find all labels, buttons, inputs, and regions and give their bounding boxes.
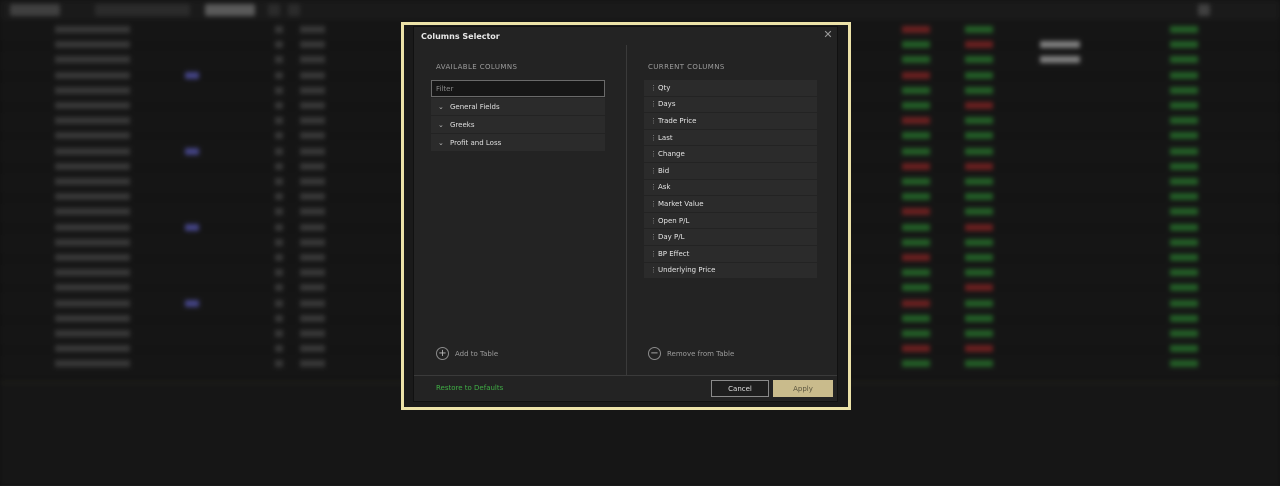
drag-handle-icon[interactable]: ⋮ — [650, 100, 657, 108]
remove-from-table-button[interactable]: − Remove from Table — [648, 347, 734, 360]
plus-circle-icon: + — [436, 347, 449, 360]
drag-handle-icon[interactable]: ⋮ — [650, 150, 657, 158]
dialog-title: Columns Selector — [421, 32, 500, 41]
chevron-down-icon: ⌄ — [438, 102, 444, 111]
chevron-down-icon: ⌄ — [438, 120, 444, 129]
drag-handle-icon[interactable]: ⋮ — [650, 134, 657, 142]
dialog-header: Columns Selector ✕ — [414, 27, 837, 47]
group-item[interactable]: ⌄ Profit and Loss — [431, 134, 605, 152]
current-column-item[interactable]: ⋮ Change — [644, 146, 817, 163]
group-item-label: Greeks — [450, 120, 475, 129]
current-column-item[interactable]: ⋮ Qty — [644, 80, 817, 97]
drag-handle-icon[interactable]: ⋮ — [650, 250, 657, 258]
current-column-item[interactable]: ⋮ Open P/L — [644, 212, 817, 230]
chevron-down-icon: ⌄ — [438, 138, 444, 147]
remove-from-table-label: Remove from Table — [667, 349, 735, 358]
columns-selector-dialog: Columns Selector ✕ AVAILABLE COLUMNS ⌄ Ge… — [414, 27, 837, 401]
current-column-label: Open P/L — [658, 216, 690, 225]
current-column-label: Underlying Price — [658, 266, 716, 275]
current-column-item[interactable]: ⋮ Market Value — [644, 196, 817, 213]
current-column-label: Change — [658, 150, 685, 159]
drag-handle-icon[interactable]: ⋮ — [650, 266, 657, 274]
current-column-item[interactable]: ⋮ Underlying Price — [644, 262, 817, 280]
add-to-table-button[interactable]: + Add to Table — [436, 347, 498, 360]
cancel-button[interactable]: Cancel — [711, 380, 769, 397]
drag-handle-icon[interactable]: ⋮ — [650, 233, 657, 241]
group-item[interactable]: ⌄ General Fields — [431, 98, 605, 116]
current-column-item[interactable]: ⋮ Trade Price — [644, 113, 817, 130]
filter-input[interactable] — [431, 80, 605, 97]
available-columns-label: AVAILABLE COLUMNS — [436, 63, 518, 71]
current-column-item[interactable]: ⋮ Days — [644, 96, 817, 114]
drag-handle-icon[interactable]: ⋮ — [650, 117, 657, 125]
current-column-label: Qty — [658, 83, 671, 92]
drag-handle-icon[interactable]: ⋮ — [650, 84, 657, 92]
drag-handle-icon[interactable]: ⋮ — [650, 217, 657, 225]
footer-divider — [414, 375, 837, 376]
minus-circle-icon: − — [648, 347, 661, 360]
current-column-label: Bid — [658, 166, 670, 175]
current-column-item[interactable]: ⋮ BP Effect — [644, 245, 817, 263]
apply-button[interactable]: Apply — [773, 380, 833, 397]
drag-handle-icon[interactable]: ⋮ — [650, 167, 657, 175]
group-item-label: General Fields — [450, 102, 500, 111]
drag-handle-icon[interactable]: ⋮ — [650, 183, 657, 191]
drag-handle-icon[interactable]: ⋮ — [650, 200, 657, 208]
current-column-label: BP Effect — [658, 249, 690, 258]
current-columns-list: ⋮ Qty ⋮ Days ⋮ Trade Price ⋮ Last ⋮ Change ⋮ Bid ⋮ As… — [644, 80, 817, 280]
current-column-label: Ask — [658, 183, 671, 192]
column-divider — [626, 45, 627, 375]
current-column-item[interactable]: ⋮ Last — [644, 129, 817, 147]
current-column-label: Market Value — [658, 199, 704, 208]
add-to-table-label: Add to Table — [455, 349, 499, 358]
current-column-label: Trade Price — [658, 116, 697, 125]
current-column-item[interactable]: ⋮ Bid — [644, 162, 817, 180]
current-column-label: Last — [658, 133, 673, 142]
available-groups-list: ⌄ General Fields ⌄ Greeks ⌄ Profit and Loss — [431, 98, 605, 152]
group-item[interactable]: ⌄ Greeks — [431, 116, 605, 134]
current-column-item[interactable]: ⋮ Ask — [644, 179, 817, 197]
group-item-label: Profit and Loss — [450, 138, 502, 147]
current-column-label: Days — [658, 100, 676, 109]
restore-defaults-link[interactable]: Restore to Defaults — [436, 384, 503, 392]
current-columns-label: CURRENT COLUMNS — [648, 63, 725, 71]
current-column-label: Day P/L — [658, 233, 685, 242]
close-icon[interactable]: ✕ — [822, 29, 834, 41]
current-column-item[interactable]: ⋮ Day P/L — [644, 229, 817, 246]
